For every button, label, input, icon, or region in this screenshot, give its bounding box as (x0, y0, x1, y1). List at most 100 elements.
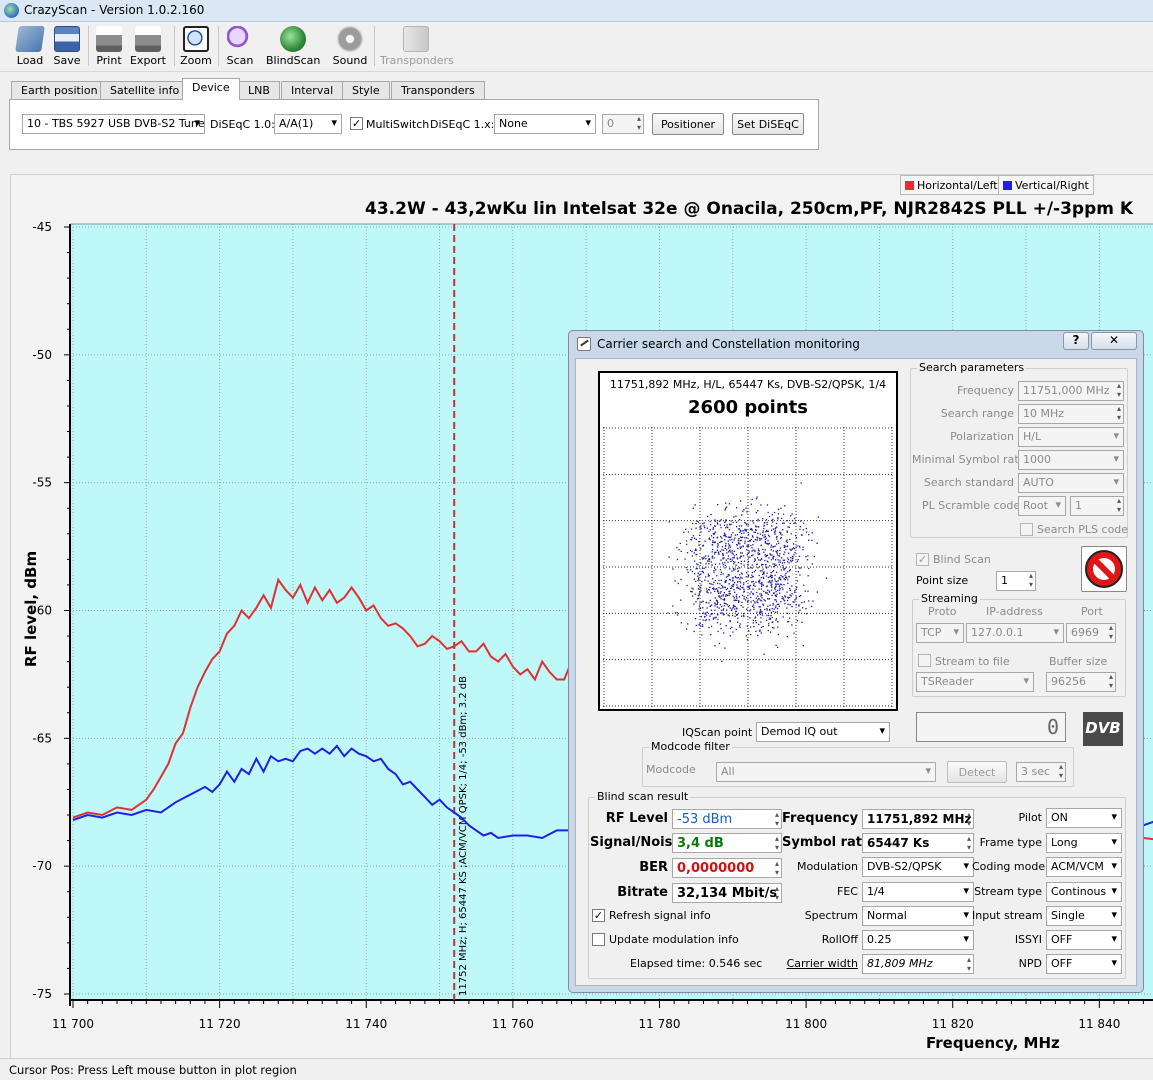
pl-scramble-mode-select[interactable]: Root (1018, 496, 1066, 516)
help-button[interactable]: ? (1063, 332, 1089, 350)
constellation-point (719, 524, 721, 526)
constellation-point (698, 592, 701, 594)
constellation-point (775, 605, 777, 607)
port-spinbox[interactable]: 6969 (1066, 623, 1116, 643)
npd-select[interactable]: OFF (1046, 954, 1122, 974)
constellation-point (696, 563, 698, 565)
constellation-point (759, 611, 761, 613)
constellation-point (769, 580, 771, 582)
constellation-point (679, 542, 681, 545)
constellation-point (760, 621, 762, 623)
pl-scramble-value[interactable]: 1 (1070, 496, 1124, 516)
constellation-point (752, 522, 755, 524)
constellation-point (766, 504, 769, 506)
constellation-point (692, 588, 694, 590)
refresh-signal-checkbox[interactable]: ✓ (592, 909, 605, 922)
signal-noise-label: Signal/Noise (590, 835, 682, 850)
constellation-point (691, 595, 694, 597)
carrier-width-label[interactable]: Carrier width (782, 957, 858, 970)
constellation-point (708, 563, 710, 565)
point-size-spinbox[interactable]: 1 (996, 571, 1036, 591)
constellation-point (691, 587, 693, 589)
tab-device[interactable]: Device (182, 78, 240, 100)
constellation-point (778, 576, 780, 579)
constellation-point (739, 547, 742, 550)
constellation-point (721, 540, 723, 543)
constellation-point (733, 589, 735, 591)
constellation-point (718, 642, 721, 645)
update-modulation-checkbox[interactable] (592, 933, 605, 946)
search-pls-checkbox[interactable] (1020, 523, 1033, 536)
modulation-select[interactable]: DVB-S2/QPSK (862, 857, 974, 877)
constellation-point (771, 529, 773, 531)
detect-button[interactable]: Detect (947, 761, 1007, 783)
constellation-point (730, 523, 732, 525)
constellation-point (766, 592, 768, 594)
coding-mode-select[interactable]: ACM/VCM (1046, 857, 1122, 877)
iqscan-select[interactable]: Demod IQ out (756, 722, 890, 742)
constellation-point (766, 560, 768, 562)
constellation-point (714, 531, 717, 533)
constellation-point (708, 538, 710, 540)
constellation-point (710, 609, 713, 611)
constellation-point (788, 552, 790, 554)
constellation-point (697, 521, 700, 523)
spectrum-select[interactable]: Normal (862, 906, 974, 926)
constellation-point (704, 616, 706, 618)
x-tick-label: 11 740 (345, 1017, 387, 1031)
detect-interval-spinbox[interactable]: 3 sec (1016, 762, 1066, 782)
constellation-point (735, 564, 737, 566)
constellation-point (758, 566, 761, 568)
constellation-point (761, 583, 763, 586)
constellation-point (785, 566, 787, 568)
constellation-point (797, 571, 799, 573)
blind-scan-checkbox[interactable]: ✓ (916, 553, 929, 566)
issyi-select[interactable]: OFF (1046, 930, 1122, 950)
buffer-size-spinbox[interactable]: 96256 (1046, 672, 1116, 692)
constellation-point (787, 621, 789, 623)
stream-type-select[interactable]: Continous (1046, 882, 1122, 902)
constellation-point (723, 632, 725, 634)
search-standard-select[interactable]: AUTO (1018, 473, 1124, 493)
pilot-select[interactable]: ON (1046, 808, 1122, 828)
stream-to-file-checkbox[interactable] (918, 654, 931, 667)
reader-select[interactable]: TSReader (916, 672, 1034, 692)
constellation-point (707, 555, 709, 557)
modcode-select[interactable]: All (716, 762, 936, 782)
constellation-point (755, 498, 758, 500)
constellation-point (764, 549, 766, 551)
min-symbol-rate-select[interactable]: 1000 (1018, 450, 1124, 470)
constellation-point (766, 521, 768, 524)
constellation-point (722, 553, 724, 555)
constellation-point (767, 625, 770, 627)
constellation-point (772, 550, 774, 552)
coding-mode-label: Coding mode (972, 860, 1046, 873)
ip-address-select[interactable]: 127.0.0.1 (966, 623, 1064, 643)
constellation-point (778, 561, 780, 563)
proto-select[interactable]: TCP (916, 623, 964, 643)
frame-type-select[interactable]: Long (1046, 833, 1122, 853)
fec-select[interactable]: 1/4 (862, 882, 974, 902)
constellation-point (794, 522, 796, 524)
constellation-point (706, 588, 708, 590)
dialog-close-button[interactable]: ✕ (1091, 332, 1137, 350)
constellation-point (783, 599, 785, 601)
constellation-point (733, 604, 735, 606)
constellation-point (728, 594, 730, 596)
constellation-point (791, 585, 793, 587)
constellation-point (694, 504, 696, 506)
constellation-point (700, 584, 702, 586)
polarization-select[interactable]: H/L (1018, 427, 1124, 447)
constellation-point (771, 575, 773, 577)
constellation-point (749, 610, 751, 612)
stop-button[interactable] (1081, 546, 1127, 592)
constellation-point (727, 614, 729, 616)
constellation-point (759, 533, 761, 535)
search-range-spinbox[interactable]: 10 MHz (1018, 404, 1124, 424)
constellation-point (718, 595, 720, 597)
update-modulation-label: Update modulation info (609, 933, 739, 946)
rolloff-select[interactable]: 0.25 (862, 930, 974, 950)
frequency-param-spinbox[interactable]: 11751,000 MHz (1018, 381, 1124, 401)
constellation-point (808, 600, 810, 602)
input-stream-select[interactable]: Single (1046, 906, 1122, 926)
